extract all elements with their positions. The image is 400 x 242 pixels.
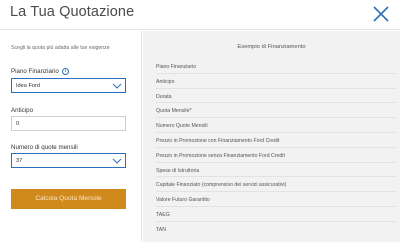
anticipo-label: Anticipo <box>11 107 34 114</box>
row-label: Piano Finanziario <box>156 64 197 70</box>
anticipo-input[interactable]: 0 <box>11 116 126 131</box>
row-label: Prezzo in Promozione senza Finanziamento… <box>156 152 285 159</box>
table-row: TAN <box>156 222 396 237</box>
quote-form: Scegli la quota più adatta alle tue esig… <box>0 31 142 242</box>
table-row: Anticipo <box>156 74 396 89</box>
page-title: La Tua Quotazione <box>10 4 135 20</box>
panel-title: Esempio di Finanziamento <box>237 44 306 50</box>
table-row: Quota Mensile* <box>156 103 396 119</box>
info-icon[interactable]: i <box>61 68 69 75</box>
financing-example-panel: Esempio di Finanziamento Piano Finanziar… <box>143 31 400 242</box>
chevron-down-icon <box>112 158 122 164</box>
calculate-button[interactable]: Calcola Quota Mensile <box>11 189 126 209</box>
piano-select-value: Idea Ford <box>16 82 40 89</box>
piano-select[interactable]: Idea Ford <box>11 78 126 93</box>
row-label: Quota Mensile* <box>156 108 192 115</box>
table-row: Numero Quote Mensili <box>156 118 396 133</box>
row-label: TAN <box>156 226 166 233</box>
piano-label-text: Piano Finanziario <box>11 68 59 76</box>
quote-select-value: 37 <box>16 157 23 164</box>
table-row: Piano Finanziario <box>156 59 396 74</box>
table-row: Prezzo in Promozione con Finanziamento F… <box>156 133 396 148</box>
quote-label: Numero di quote mensili <box>11 144 78 151</box>
row-label: Numero Quote Mensili <box>156 123 208 130</box>
row-label: TAEG <box>156 212 170 218</box>
close-icon[interactable] <box>370 3 392 25</box>
table-row: Prezzo in Promozione senza Finanziamento… <box>156 148 396 163</box>
chevron-down-icon <box>112 83 122 89</box>
table-row: Spese di Istruttoria <box>156 163 396 178</box>
row-label: Valore Futuro Garantito <box>156 197 210 204</box>
row-label: Anticipo <box>156 78 175 85</box>
table-row: Capitale Finanziato (comprensivo dei ser… <box>156 177 396 193</box>
row-label: Spese di Istruttoria <box>156 167 200 174</box>
form-intro: Scegli la quota più adatta alle tue esig… <box>11 45 110 51</box>
dialog-header: La Tua Quotazione <box>0 0 400 30</box>
row-label: Durata <box>156 93 172 100</box>
row-label: Prezzo in Promozione con Finanziamento F… <box>156 138 280 144</box>
quote-select[interactable]: 37 <box>11 153 126 168</box>
table-row: TAEG <box>156 207 396 222</box>
anticipo-input-value: 0 <box>16 120 20 127</box>
row-label: Capitale Finanziato (comprensivo dei ser… <box>156 182 287 189</box>
table-row: Valore Futuro Garantito <box>156 192 396 207</box>
table-row: Durata <box>156 89 396 104</box>
piano-label: Piano Finanziario i <box>11 68 69 75</box>
